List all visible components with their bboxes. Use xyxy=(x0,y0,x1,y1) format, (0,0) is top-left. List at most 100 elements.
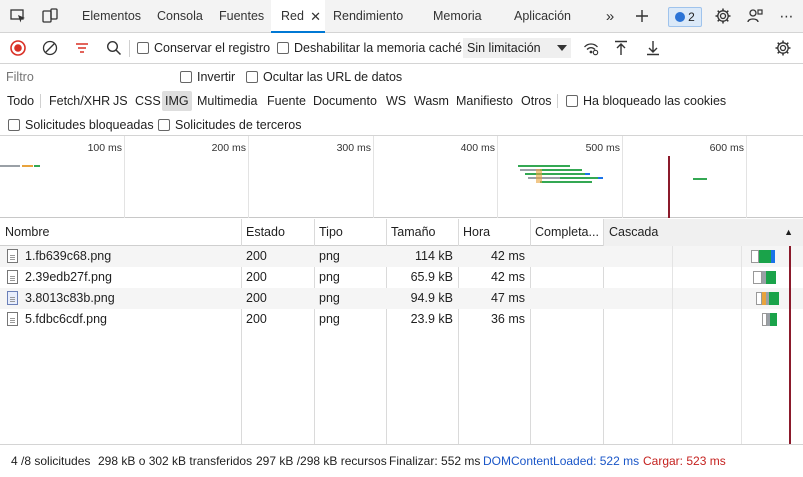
search-icon[interactable] xyxy=(105,39,123,57)
type-filter-css[interactable]: CSS xyxy=(135,91,161,111)
column-header-hora[interactable]: Hora xyxy=(458,219,530,246)
checkbox-box[interactable] xyxy=(137,42,149,54)
network-toolbar: Conservar el registro Deshabilitar la me… xyxy=(0,33,803,64)
tab-fuentes[interactable]: Fuentes xyxy=(219,0,264,33)
settings-gear-icon[interactable] xyxy=(714,7,732,25)
column-header-estado[interactable]: Estado xyxy=(241,219,314,246)
request-type: png xyxy=(319,249,340,263)
import-har-icon[interactable] xyxy=(612,39,630,57)
resource-type-filters: Todo Fetch/XHR JS CSS IMG Multimedia Fue… xyxy=(0,90,803,112)
network-conditions-icon[interactable] xyxy=(582,39,600,57)
image-file-icon xyxy=(7,291,18,305)
tab-red[interactable]: Red ✕ xyxy=(271,0,325,33)
blocked-requests-label: Solicitudes bloqueadas xyxy=(25,118,154,132)
tab-memoria[interactable]: Memoria xyxy=(433,0,482,33)
preserve-log-checkbox[interactable]: Conservar el registro xyxy=(137,41,270,55)
type-filter-ws[interactable]: WS xyxy=(386,91,406,111)
request-size: 94.9 kB xyxy=(410,291,453,305)
resources-size: 297 kB /298 kB recursos xyxy=(256,454,387,468)
checkbox-box[interactable] xyxy=(277,42,289,54)
hide-data-urls-label: Ocultar las URL de datos xyxy=(263,70,403,84)
file-icon xyxy=(7,270,18,284)
column-header-tamano[interactable]: Tamaño xyxy=(386,219,458,246)
request-status: 200 xyxy=(246,249,267,263)
request-name: 3.8013c83b.png xyxy=(25,291,115,305)
request-name: 2.39edb27f.png xyxy=(25,270,112,284)
invert-checkbox[interactable]: Invertir xyxy=(180,70,235,84)
device-toolbar-icon[interactable] xyxy=(41,7,59,25)
third-party-checkbox[interactable]: Solicitudes de terceros xyxy=(158,118,301,132)
type-filter-todo[interactable]: Todo xyxy=(7,91,34,111)
column-header-nombre[interactable]: Nombre xyxy=(0,219,241,246)
filter-input[interactable] xyxy=(2,67,167,87)
waterfall-waiting xyxy=(751,250,759,263)
column-header-cascada[interactable]: Cascada ▲ xyxy=(603,219,803,246)
network-overview-timeline[interactable]: 100 ms 200 ms 300 ms 400 ms 500 ms 600 m… xyxy=(0,136,803,218)
type-divider xyxy=(557,94,558,108)
issues-count: 2 xyxy=(688,10,695,24)
checkbox-box[interactable] xyxy=(566,95,578,107)
tab-rendimiento[interactable]: Rendimiento xyxy=(333,0,403,33)
customize-icon[interactable] xyxy=(746,7,764,25)
clear-icon[interactable] xyxy=(41,39,59,57)
tab-elementos[interactable]: Elementos xyxy=(82,0,141,33)
type-filter-fetch-xhr[interactable]: Fetch/XHR xyxy=(49,91,110,111)
request-time: 42 ms xyxy=(490,270,525,284)
more-options-icon[interactable]: ⋯ xyxy=(777,7,795,25)
sort-ascending-icon: ▲ xyxy=(784,227,793,237)
waterfall-waiting xyxy=(753,271,762,284)
filter-icon[interactable] xyxy=(73,39,91,57)
record-stop-icon[interactable] xyxy=(9,39,27,57)
blocked-cookies-checkbox[interactable]: Ha bloqueado las cookies xyxy=(566,94,726,108)
load-time: Cargar: 523 ms xyxy=(643,454,726,468)
network-request-table: Nombre Estado Tipo Tamaño Hora Completa.… xyxy=(0,219,803,444)
request-size: 65.9 kB xyxy=(410,270,453,284)
table-row[interactable]: 2.39edb27f.png 200 png 65.9 kB 42 ms xyxy=(0,267,803,288)
cascada-label: Cascada xyxy=(609,225,659,239)
request-time: 36 ms xyxy=(490,312,525,326)
request-size: 114 kB xyxy=(415,249,453,263)
blocked-requests-checkbox[interactable]: Solicitudes bloqueadas xyxy=(8,118,154,132)
tab-aplicacion[interactable]: Aplicación xyxy=(514,0,571,33)
waterfall-download xyxy=(771,250,775,263)
type-filter-js[interactable]: JS xyxy=(113,91,128,111)
throttling-select[interactable]: Sin limitación xyxy=(463,38,571,58)
type-filter-wasm[interactable]: Wasm xyxy=(414,91,449,111)
hide-data-urls-checkbox[interactable]: Ocultar las URL de datos xyxy=(246,70,402,84)
disable-cache-checkbox[interactable]: Deshabilitar la memoria caché xyxy=(277,41,462,55)
waterfall-gridline xyxy=(672,246,673,444)
inspect-element-icon[interactable] xyxy=(9,7,27,25)
column-header-tipo[interactable]: Tipo xyxy=(314,219,386,246)
type-filter-documento[interactable]: Documento xyxy=(313,91,377,111)
issues-badge[interactable]: 2 xyxy=(668,7,702,27)
finish-time: Finalizar: 552 ms xyxy=(389,454,481,468)
close-icon[interactable]: ✕ xyxy=(310,0,321,33)
table-row[interactable]: 3.8013c83b.png 200 png 94.9 kB 47 ms xyxy=(0,288,803,309)
table-row[interactable]: 1.fb639c68.png 200 png 114 kB 42 ms xyxy=(0,246,803,267)
request-status: 200 xyxy=(246,312,267,326)
type-filter-img[interactable]: IMG xyxy=(162,91,192,111)
network-settings-gear-icon[interactable] xyxy=(774,39,792,57)
checkbox-box[interactable] xyxy=(180,71,192,83)
type-filter-multimedia[interactable]: Multimedia xyxy=(197,91,257,111)
checkbox-box[interactable] xyxy=(158,119,170,131)
checkbox-box[interactable] xyxy=(246,71,258,83)
type-filter-fuente[interactable]: Fuente xyxy=(267,91,306,111)
export-har-icon[interactable] xyxy=(644,39,662,57)
column-header-completado[interactable]: Completa... xyxy=(530,219,603,246)
tab-consola[interactable]: Consola xyxy=(157,0,203,33)
third-party-label: Solicitudes de terceros xyxy=(175,118,302,132)
filter-row: Invertir Ocultar las URL de datos xyxy=(0,64,803,90)
table-row[interactable]: 5.fdbc6cdf.png 200 png 23.9 kB 36 ms xyxy=(0,309,803,330)
type-filter-manifiesto[interactable]: Manifiesto xyxy=(456,91,513,111)
type-filter-otros[interactable]: Otros xyxy=(521,91,552,111)
add-tab-icon[interactable] xyxy=(633,7,651,25)
request-status: 200 xyxy=(246,291,267,305)
transferred-size: 298 kB o 302 kB transferidos xyxy=(98,454,253,468)
dom-content-loaded-time: DOMContentLoaded: 522 ms xyxy=(483,454,640,468)
checkbox-box[interactable] xyxy=(8,119,20,131)
invert-label: Invertir xyxy=(197,70,236,84)
more-tabs-icon[interactable]: » xyxy=(601,7,619,25)
waterfall-bar xyxy=(766,271,776,284)
request-size: 23.9 kB xyxy=(410,312,453,326)
